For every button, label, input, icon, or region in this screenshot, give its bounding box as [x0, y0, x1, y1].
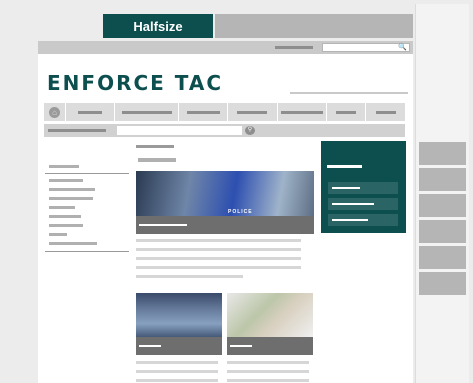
nav-item-7[interactable] — [366, 103, 405, 121]
sidebar-item[interactable] — [49, 233, 67, 236]
sidebar-item[interactable] — [49, 206, 75, 209]
side-thumbnail-5[interactable] — [419, 246, 466, 269]
teal-link-label — [332, 219, 368, 221]
sidebar-item[interactable] — [49, 224, 83, 227]
text-line — [136, 379, 218, 382]
hero-caption[interactable] — [136, 216, 314, 234]
website-preview: 🔍 ENFORCE TAC ⌂ ⚲ POLICE — [38, 41, 413, 383]
thumbnail-caption-text — [230, 345, 252, 347]
sidebar-item[interactable] — [49, 197, 93, 200]
sidebar-divider — [45, 173, 129, 174]
hero-image[interactable]: POLICE — [136, 171, 314, 216]
search-icon[interactable]: 🔍 — [398, 43, 407, 52]
tagline-placeholder — [290, 92, 408, 94]
nav-item-3[interactable] — [179, 103, 229, 121]
thumbnail-caption[interactable] — [136, 337, 222, 355]
nav-item-2[interactable] — [115, 103, 179, 121]
secondary-label — [48, 129, 106, 132]
section-title — [138, 158, 176, 162]
teal-link-label — [332, 203, 374, 205]
sidebar-item[interactable] — [49, 215, 81, 218]
nav-home[interactable]: ⌂ — [44, 103, 66, 121]
teal-link[interactable] — [328, 182, 398, 194]
thumbnail-caption[interactable] — [227, 337, 313, 355]
text-line — [227, 379, 309, 382]
teal-promo-box — [321, 141, 406, 233]
utility-bar: 🔍 — [38, 41, 413, 54]
text-line — [136, 248, 301, 251]
text-line — [136, 266, 301, 269]
main-navigation: ⌂ — [44, 103, 405, 121]
teal-link[interactable] — [328, 214, 398, 226]
nav-item-label — [186, 110, 220, 114]
nav-item-4[interactable] — [228, 103, 278, 121]
secondary-search-bar: ⚲ — [44, 124, 405, 137]
side-thumbnail-4[interactable] — [419, 220, 466, 243]
sidebar-item[interactable] — [49, 188, 95, 191]
thumbnail-caption-text — [139, 345, 161, 347]
logo[interactable]: ENFORCE TAC — [47, 71, 223, 95]
tab-halfsize[interactable]: Halfsize — [103, 14, 213, 38]
side-thumbnail-3[interactable] — [419, 194, 466, 217]
nav-item-6[interactable] — [327, 103, 367, 121]
text-line — [136, 361, 218, 364]
search-icon[interactable]: ⚲ — [245, 126, 255, 135]
nav-item-label — [336, 110, 357, 114]
sidebar-heading — [49, 165, 79, 168]
sidebar-divider — [45, 251, 129, 252]
hero-image-text: POLICE — [228, 209, 253, 215]
search-input[interactable]: 🔍 — [322, 43, 410, 52]
nav-item-1[interactable] — [66, 103, 116, 121]
nav-item-label — [375, 110, 396, 114]
thumbnail-image-exhibition[interactable] — [136, 293, 222, 337]
hero-caption-text — [139, 224, 187, 226]
nav-item-label — [78, 110, 103, 114]
tab-halfsize-label: Halfsize — [133, 18, 183, 34]
text-line — [136, 370, 218, 373]
side-thumbnail-2[interactable] — [419, 168, 466, 191]
text-line — [136, 239, 301, 242]
text-line — [136, 275, 243, 278]
teal-link[interactable] — [328, 198, 398, 210]
home-icon: ⌂ — [49, 106, 60, 118]
sidebar-item[interactable] — [49, 242, 97, 245]
breadcrumb — [136, 145, 174, 148]
nav-item-label — [280, 110, 323, 114]
text-line — [227, 361, 309, 364]
nav-item-label — [237, 110, 268, 114]
text-line — [227, 370, 309, 373]
thumbnail-image-tablet[interactable] — [227, 293, 313, 337]
tab-fullsize[interactable] — [215, 14, 413, 38]
text-line — [136, 257, 301, 260]
utility-link[interactable] — [275, 46, 313, 49]
side-thumbnail-1[interactable] — [419, 142, 466, 165]
side-thumbnail-6[interactable] — [419, 272, 466, 295]
teal-box-title — [327, 165, 362, 168]
sidebar-item[interactable] — [49, 179, 83, 182]
secondary-search-input[interactable] — [117, 126, 242, 135]
teal-link-label — [332, 187, 360, 189]
nav-item-label — [121, 110, 172, 114]
nav-item-5[interactable] — [278, 103, 327, 121]
